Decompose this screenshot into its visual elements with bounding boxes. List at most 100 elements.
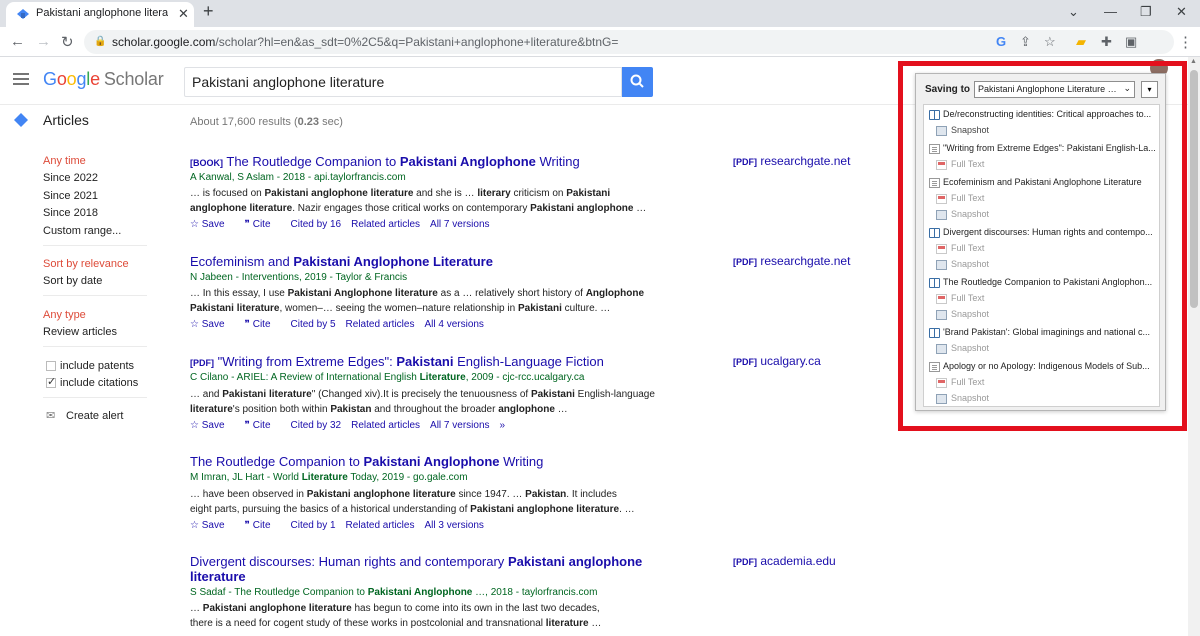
related-articles-link[interactable]: Related articles: [346, 319, 415, 330]
versions-link[interactable]: All 4 versions: [424, 319, 483, 330]
pdf-link[interactable]: [PDF] ucalgary.ca: [733, 354, 821, 368]
cite-button[interactable]: ❞ Cite: [245, 420, 281, 431]
filter-since-2022[interactable]: Since 2022: [43, 172, 98, 184]
new-tab-button[interactable]: +: [203, 1, 214, 22]
tab-close-icon[interactable]: ✕: [178, 6, 189, 22]
mail-icon: ✉: [46, 410, 56, 422]
google-translate-icon[interactable]: G: [996, 34, 1006, 49]
pdf-icon: [936, 160, 947, 170]
filter-since-2018[interactable]: Since 2018: [43, 207, 98, 219]
cited-by-link[interactable]: Cited by 16: [291, 219, 342, 230]
more-actions-button[interactable]: »: [500, 420, 506, 431]
section-title: Articles: [43, 112, 89, 128]
browser-tab[interactable]: Pakistani anglophone literature - ✕: [6, 2, 194, 27]
pdf-link[interactable]: [PDF] academia.edu: [733, 554, 836, 568]
sort-by-date[interactable]: Sort by date: [43, 275, 102, 287]
filter-any-time[interactable]: Any time: [43, 155, 86, 167]
address-bar[interactable]: 🔒 scholar.google.com/scholar?hl=en&as_sd…: [84, 30, 1174, 54]
snapshot-icon: [936, 344, 947, 354]
versions-link[interactable]: All 7 versions: [430, 219, 489, 230]
saved-item-title: "Writing from Extreme Edges": Pakistani …: [943, 143, 1156, 153]
result-meta: C Cilano - ARIEL: A Review of Internatio…: [190, 372, 585, 383]
attachment-label: Snapshot: [951, 393, 990, 403]
saved-item-title: De/reconstructing identities: Critical a…: [943, 109, 1152, 119]
save-button[interactable]: ☆ Save: [190, 319, 235, 330]
cited-by-link[interactable]: Cited by 1: [291, 520, 336, 531]
maximize-button[interactable]: ❐: [1140, 4, 1152, 20]
result-title[interactable]: The Routledge Companion to Pakistani Ang…: [190, 454, 543, 469]
include-citations-checkbox[interactable]: [46, 375, 56, 388]
attachment-label: Snapshot: [951, 309, 990, 319]
create-alert-link[interactable]: Create alert: [66, 410, 123, 422]
cite-button[interactable]: ❞ Cite: [245, 219, 281, 230]
related-articles-link[interactable]: Related articles: [351, 219, 420, 230]
versions-link[interactable]: All 3 versions: [424, 520, 483, 531]
sidebar-divider: [43, 245, 147, 246]
document-icon: [929, 362, 940, 372]
lock-icon[interactable]: 🔒: [94, 36, 106, 47]
save-button[interactable]: ☆ Save: [190, 520, 235, 531]
book-icon: [929, 110, 940, 120]
cited-by-link[interactable]: Cited by 5: [291, 319, 336, 330]
result-title[interactable]: Divergent discourses: Human rights and c…: [190, 554, 642, 569]
snapshot-icon: [936, 260, 947, 270]
zotero-folder-icon[interactable]: ▰: [1076, 34, 1086, 50]
result-title[interactable]: Ecofeminism and Pakistani Anglophone Lit…: [190, 254, 493, 269]
include-patents-label[interactable]: include patents: [60, 360, 134, 372]
attachment-label: Snapshot: [951, 259, 990, 269]
extensions-icon[interactable]: ✚: [1101, 34, 1112, 50]
result-meta: M Imran, JL Hart - World Literature Toda…: [190, 472, 468, 483]
collection-tree-toggle[interactable]: ▾: [1141, 81, 1158, 98]
scroll-up-arrow-icon[interactable]: ▲: [1190, 58, 1197, 65]
filter-custom-range[interactable]: Custom range...: [43, 225, 121, 237]
saved-item-title: Ecofeminism and Pakistani Anglophone Lit…: [943, 177, 1142, 187]
hamburger-menu-icon[interactable]: [13, 73, 29, 85]
search-input[interactable]: Pakistani anglophone literature: [184, 67, 622, 97]
attachment-label: Full Text: [951, 193, 985, 203]
search-button[interactable]: [622, 67, 653, 97]
filter-since-2021[interactable]: Since 2021: [43, 190, 98, 202]
versions-link[interactable]: All 7 versions: [430, 420, 489, 431]
related-articles-link[interactable]: Related articles: [346, 520, 415, 531]
pdf-link[interactable]: [PDF] researchgate.net: [733, 154, 850, 168]
cite-button[interactable]: ❞ Cite: [245, 520, 281, 531]
share-icon[interactable]: ⇪: [1020, 34, 1031, 50]
result-title-line2[interactable]: literature: [190, 569, 246, 584]
tab-search-icon[interactable]: ⌄: [1068, 4, 1079, 20]
cited-by-link[interactable]: Cited by 32: [291, 420, 342, 431]
attachment-label: Snapshot: [951, 209, 990, 219]
attachment-label: Snapshot: [951, 125, 990, 135]
result-title[interactable]: [PDF] "Writing from Extreme Edges": Paki…: [190, 354, 604, 369]
saved-item-title: Apology or no Apology: Indigenous Models…: [943, 361, 1150, 371]
document-icon: [929, 178, 940, 188]
result-snippet: anglophone literature. Nazir engages tho…: [190, 203, 647, 214]
related-articles-link[interactable]: Related articles: [351, 420, 420, 431]
sort-by-relevance[interactable]: Sort by relevance: [43, 258, 129, 270]
tab-title: Pakistani anglophone literature -: [36, 7, 168, 19]
close-window-button[interactable]: ✕: [1176, 4, 1187, 20]
browser-menu-icon[interactable]: ⋮: [1178, 33, 1193, 51]
collection-select[interactable]: Pakistani Anglophone Literature … ⌄: [974, 81, 1135, 98]
save-button[interactable]: ☆ Save: [190, 219, 235, 230]
result-snippet: there is a need for cogent study of thes…: [190, 618, 602, 629]
search-icon: [630, 74, 644, 88]
pdf-link[interactable]: [PDF] researchgate.net: [733, 254, 850, 268]
reload-icon[interactable]: ↻: [61, 33, 74, 51]
pdf-icon: [936, 378, 947, 388]
filter-review-articles[interactable]: Review articles: [43, 326, 117, 338]
google-scholar-logo[interactable]: Google Scholar: [43, 69, 164, 90]
cite-button[interactable]: ❞ Cite: [245, 319, 281, 330]
save-button[interactable]: ☆ Save: [190, 420, 235, 431]
side-panel-icon[interactable]: ▣: [1125, 34, 1137, 50]
result-meta: S Sadaf - The Routledge Companion to Pak…: [190, 587, 598, 598]
bookmark-star-icon[interactable]: ☆: [1044, 34, 1056, 50]
sidebar-divider: [43, 346, 147, 347]
scrollbar-thumb[interactable]: [1190, 70, 1198, 308]
include-citations-label[interactable]: include citations: [60, 377, 138, 389]
filter-any-type[interactable]: Any type: [43, 309, 86, 321]
back-arrow-icon[interactable]: ←: [10, 33, 25, 50]
result-title[interactable]: [BOOK] The Routledge Companion to Pakist…: [190, 154, 580, 169]
include-patents-checkbox[interactable]: [46, 361, 56, 371]
forward-arrow-icon[interactable]: →: [36, 33, 51, 50]
minimize-button[interactable]: —: [1104, 4, 1117, 19]
